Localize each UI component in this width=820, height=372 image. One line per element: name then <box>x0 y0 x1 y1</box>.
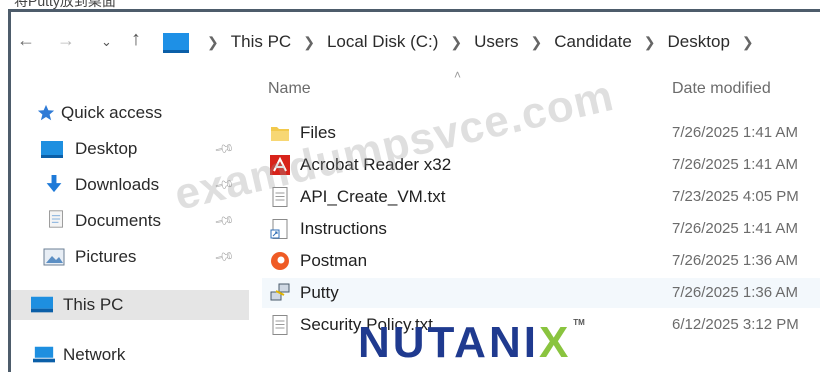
column-header-date-modified[interactable]: Date modified <box>672 80 771 98</box>
nav-item-label: Quick access <box>61 103 163 122</box>
breadcrumb-local-disk[interactable]: Local Disk (C:) <box>327 32 438 52</box>
forward-arrow-icon[interactable]: → <box>57 30 75 51</box>
pictures-icon <box>43 248 65 266</box>
sort-ascending-caret-icon: ˄ <box>454 68 462 82</box>
recent-locations-chevron-icon[interactable]: ⌄ <box>101 34 112 50</box>
breadcrumb-separator-icon[interactable]: ❯ <box>303 34 315 51</box>
file-name: Putty <box>300 283 339 302</box>
file-name: Acrobat Reader x32 <box>300 155 452 174</box>
file-list: ˄ Name Date modified Files 7/26/2025 1:4… <box>262 68 820 360</box>
file-row-instructions[interactable]: Instructions 7/26/2025 1:41 AM <box>262 214 820 244</box>
pin-icon[interactable]: 📌︎ <box>213 246 235 269</box>
breadcrumb: ❯ This PC ❯ Local Disk (C:) ❯ Users ❯ Ca… <box>195 32 766 52</box>
nav-item-documents[interactable]: Documents 📌︎ <box>11 206 249 236</box>
network-icon <box>33 346 55 363</box>
column-header-name[interactable]: Name <box>268 80 311 98</box>
nav-item-label: Network <box>63 345 126 364</box>
file-date: 7/26/2025 1:41 AM <box>672 156 798 173</box>
breadcrumb-separator-icon[interactable]: ❯ <box>644 34 656 51</box>
nav-item-label: Pictures <box>75 247 137 266</box>
up-arrow-icon[interactable]: ↑ <box>131 28 141 51</box>
breadcrumb-users[interactable]: Users <box>474 32 518 52</box>
nav-item-this-pc[interactable]: This PC <box>11 290 249 320</box>
pin-icon[interactable]: 📌︎ <box>213 210 235 233</box>
putty-icon <box>270 283 290 301</box>
file-row-putty[interactable]: Putty 7/26/2025 1:36 AM <box>262 278 820 308</box>
breadcrumb-separator-icon[interactable]: ❯ <box>531 34 543 51</box>
star-icon <box>37 104 55 121</box>
file-date: 7/23/2025 4:05 PM <box>672 188 799 205</box>
breadcrumb-candidate[interactable]: Candidate <box>554 32 632 52</box>
file-date: 6/12/2025 3:12 PM <box>672 316 799 333</box>
text-file-icon <box>272 187 288 207</box>
breadcrumb-separator-icon[interactable]: ❯ <box>207 34 219 51</box>
nav-item-network[interactable]: Network <box>11 340 249 370</box>
file-name: Postman <box>300 251 368 270</box>
breadcrumb-desktop[interactable]: Desktop <box>668 32 730 52</box>
acrobat-icon <box>270 155 290 175</box>
file-row-api-create-vm[interactable]: API_Create_VM.txt 7/23/2025 4:05 PM <box>262 182 820 212</box>
logo-tm: TM <box>573 318 585 327</box>
pin-icon[interactable]: 📌︎ <box>213 174 235 197</box>
address-bar-row: ← → ⌄ ↑ ❯ This PC ❯ Local Disk (C:) ❯ Us… <box>11 12 820 74</box>
nav-item-label: This PC <box>63 295 124 314</box>
shortcut-file-icon <box>270 219 288 239</box>
pin-icon[interactable]: 📌︎ <box>213 138 235 161</box>
back-arrow-icon[interactable]: ← <box>17 30 35 51</box>
text-file-icon <box>272 315 288 335</box>
nutanix-logo: NUTANIX TM <box>358 318 585 368</box>
nav-item-desktop[interactable]: Desktop 📌︎ <box>11 134 249 164</box>
file-name: API_Create_VM.txt <box>300 187 446 206</box>
nav-item-pictures[interactable]: Pictures 📌︎ <box>11 242 249 272</box>
navigation-pane: Quick access Desktop 📌︎ Downloads 📌︎ Doc… <box>11 90 251 364</box>
nav-item-label: Documents <box>75 211 161 230</box>
file-date: 7/26/2025 1:36 AM <box>672 252 798 269</box>
postman-icon <box>271 252 289 270</box>
download-arrow-icon <box>46 175 62 193</box>
file-date: 7/26/2025 1:36 AM <box>672 284 798 301</box>
desktop-icon <box>41 141 63 158</box>
documents-icon <box>49 210 63 228</box>
breadcrumb-this-pc[interactable]: This PC <box>231 32 291 52</box>
folder-icon <box>271 127 289 141</box>
file-name: Instructions <box>300 219 387 238</box>
file-date: 7/26/2025 1:41 AM <box>672 220 798 237</box>
nav-item-label: Desktop <box>75 139 138 158</box>
breadcrumb-separator-icon[interactable]: ❯ <box>742 34 754 51</box>
nav-item-quick-access[interactable]: Quick access <box>11 98 249 128</box>
file-name: Files <box>300 123 336 142</box>
file-row-acrobat[interactable]: Acrobat Reader x32 7/26/2025 1:41 AM <box>262 150 820 180</box>
file-row-postman[interactable]: Postman 7/26/2025 1:36 AM <box>262 246 820 276</box>
file-row-files[interactable]: Files 7/26/2025 1:41 AM <box>262 118 820 148</box>
file-date: 7/26/2025 1:41 AM <box>672 124 798 141</box>
nav-item-label: Downloads <box>75 175 160 194</box>
breadcrumb-separator-icon[interactable]: ❯ <box>450 34 462 51</box>
nav-item-downloads[interactable]: Downloads 📌︎ <box>11 170 249 200</box>
computer-icon <box>31 296 53 313</box>
this-pc-icon <box>163 33 189 53</box>
